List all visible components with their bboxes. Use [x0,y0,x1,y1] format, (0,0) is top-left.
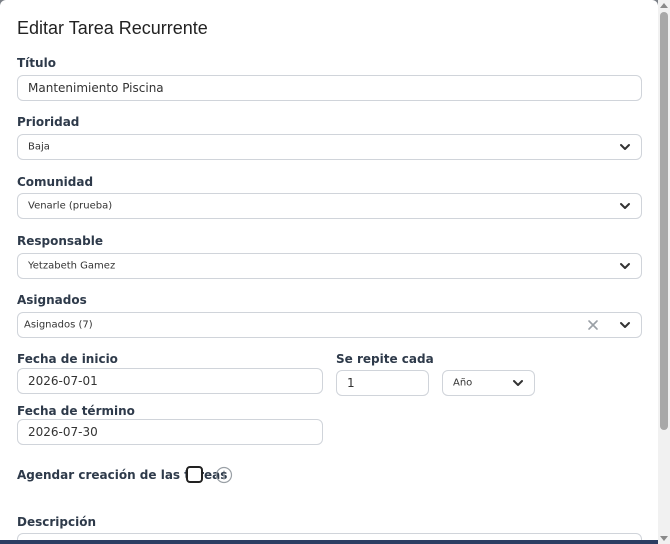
prioridad-select[interactable]: Baja [17,134,642,160]
fecha-termino-value: 2026-07-30 [28,425,98,439]
titulo-label: Título [17,56,56,70]
scroll-up-icon[interactable] [660,3,668,8]
chevron-down-icon [620,203,630,209]
prioridad-label: Prioridad [17,115,80,129]
asignados-multiselect[interactable]: Asignados (7) [17,312,642,338]
repite-value: 1 [347,376,355,390]
comunidad-label: Comunidad [17,175,94,189]
repite-number-input[interactable]: 1 [336,370,429,396]
chevron-down-icon [620,263,630,269]
scroll-thumb[interactable] [660,12,668,430]
fecha-termino-input[interactable]: 2026-07-30 [17,419,323,445]
fecha-termino-label: Fecha de término [17,404,135,418]
info-icon[interactable] [215,466,233,484]
responsable-label: Responsable [17,234,103,248]
scrollbar[interactable] [658,0,670,544]
chevron-down-icon [620,144,630,150]
comunidad-select[interactable]: Venarle (prueba) [17,193,642,219]
chevron-down-icon [620,322,630,328]
asignados-label: Asignados [17,293,87,307]
fecha-inicio-label: Fecha de inicio [17,352,118,366]
asignados-value: Asignados (7) [24,319,93,331]
repite-label: Se repite cada [336,352,434,366]
titulo-input[interactable]: Mantenimiento Piscina [17,75,642,101]
chevron-down-icon [513,380,523,386]
comunidad-value: Venarle (prueba) [28,200,113,212]
edit-recurring-task-dialog: Editar Tarea Recurrente Título Mantenimi… [0,0,658,544]
descripcion-label: Descripción [17,515,96,529]
fecha-inicio-value: 2026-07-01 [28,374,98,388]
titulo-value: Mantenimiento Piscina [28,81,164,95]
responsable-value: Yetzabeth Gamez [28,260,116,272]
close-icon[interactable] [587,319,599,331]
background-overlay-strip [0,540,670,544]
agendar-checkbox[interactable] [186,466,203,483]
repite-unit-select[interactable]: Año [442,370,535,396]
dialog-title: Editar Tarea Recurrente [17,18,208,38]
prioridad-value: Baja [28,141,50,153]
responsable-select[interactable]: Yetzabeth Gamez [17,253,642,279]
scroll-down-icon[interactable] [660,536,668,541]
repite-unit-value: Año [453,377,473,389]
fecha-inicio-input[interactable]: 2026-07-01 [17,368,323,394]
